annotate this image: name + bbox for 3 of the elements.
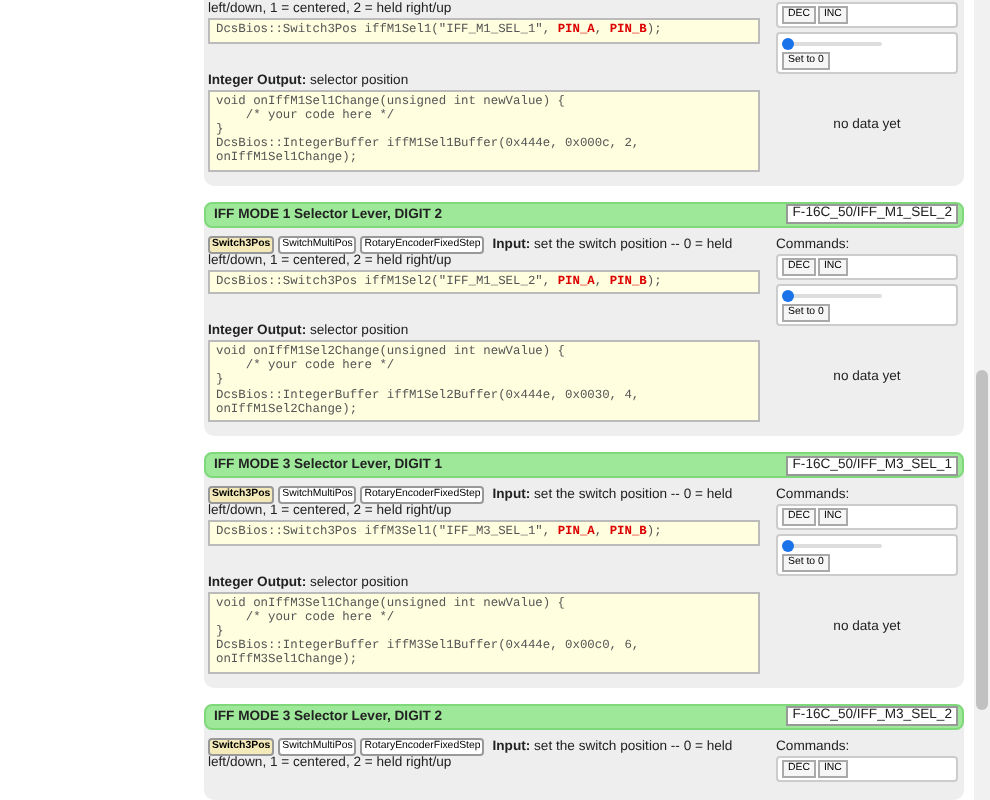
value-slider[interactable]: [786, 544, 882, 549]
scrollbar[interactable]: [974, 0, 990, 800]
value-slider[interactable]: [786, 293, 882, 298]
